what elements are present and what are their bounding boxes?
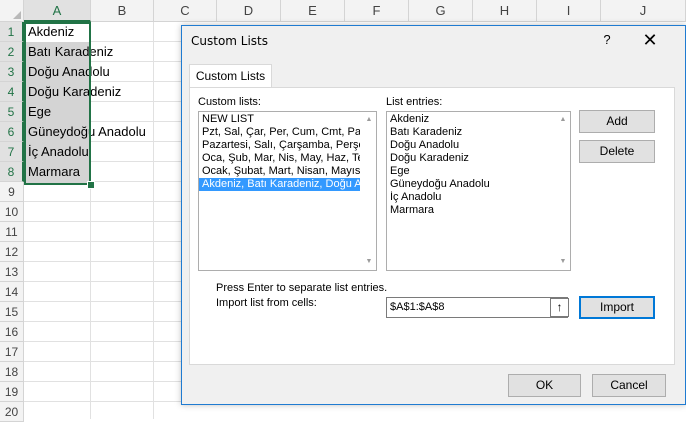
column-header-g[interactable]: G — [409, 0, 473, 22]
select-all-corner[interactable] — [0, 0, 24, 22]
row-header-4[interactable]: 4 — [0, 82, 24, 102]
row-header-8[interactable]: 8 — [0, 162, 24, 182]
scroll-up-icon[interactable]: ▲ — [362, 114, 376, 126]
delete-button[interactable]: Delete — [579, 140, 655, 163]
row-header-1[interactable]: 1 — [0, 22, 24, 42]
row-header-13[interactable]: 13 — [0, 262, 24, 282]
row-header-17[interactable]: 17 — [0, 342, 24, 362]
column-header-d[interactable]: D — [217, 0, 281, 22]
add-button[interactable]: Add — [579, 110, 655, 133]
row-header-19[interactable]: 19 — [0, 382, 24, 402]
vertical-scrollbar[interactable]: ▲ ▼ — [556, 112, 570, 270]
row-header-16[interactable]: 16 — [0, 322, 24, 342]
row-header-14[interactable]: 14 — [0, 282, 24, 302]
row-header-12[interactable]: 12 — [0, 242, 24, 262]
fill-handle[interactable] — [87, 181, 95, 189]
row-header-11[interactable]: 11 — [0, 222, 24, 242]
cancel-button[interactable]: Cancel — [592, 374, 666, 397]
scroll-down-icon[interactable]: ▼ — [362, 256, 376, 268]
column-header-i[interactable]: I — [537, 0, 601, 22]
list-entries-textbox[interactable]: Akdeniz Batı Karadeniz Doğu Anadolu Doğu… — [386, 111, 571, 271]
entry-line: Doğu Anadolu — [390, 139, 460, 151]
entry-line: Batı Karadeniz — [390, 126, 463, 138]
row-header-7[interactable]: 7 — [0, 142, 24, 162]
row-header-20[interactable]: 20 — [0, 402, 24, 422]
column-header-b[interactable]: B — [91, 0, 154, 22]
custom-lists-listbox[interactable]: NEW LIST Pzt, Sal, Çar, Per, Cum, Cmt, P… — [198, 111, 377, 271]
entry-line: İç Anadolu — [390, 191, 442, 203]
entry-line: Güneydoğu Anadolu — [390, 178, 490, 190]
row-header-15[interactable]: 15 — [0, 302, 24, 322]
column-header-a[interactable]: A — [24, 0, 91, 22]
column-header-h[interactable]: H — [473, 0, 537, 22]
row-header-6[interactable]: 6 — [0, 122, 24, 142]
dialog-title: Custom Lists — [191, 34, 269, 48]
import-button[interactable]: Import — [579, 296, 655, 319]
row-header-5[interactable]: 5 — [0, 102, 24, 122]
column-header-j[interactable]: J — [601, 0, 686, 22]
list-item[interactable]: Ocak, Şubat, Mart, Nisan, Mayıs — [199, 165, 360, 178]
collapse-dialog-icon[interactable]: ↑ — [550, 298, 569, 317]
vertical-scrollbar[interactable]: ▲ ▼ — [362, 112, 376, 270]
custom-lists-label: Custom lists: — [198, 96, 261, 108]
list-item-selected[interactable]: Akdeniz, Batı Karadeniz, Doğu Anadolu — [199, 178, 360, 191]
list-item[interactable]: NEW LIST — [199, 113, 360, 126]
entry-line: Marmara — [390, 204, 435, 216]
entry-line: Ege — [390, 165, 410, 177]
row-header-9[interactable]: 9 — [0, 182, 24, 202]
row-header-3[interactable]: 3 — [0, 62, 24, 82]
selection-border — [24, 22, 91, 185]
ok-button[interactable]: OK — [508, 374, 581, 397]
row-header-10[interactable]: 10 — [0, 202, 24, 222]
list-item[interactable]: Pzt, Sal, Çar, Per, Cum, Cmt, Paz — [199, 126, 360, 139]
row-header-2[interactable]: 2 — [0, 42, 24, 62]
list-item[interactable]: Oca, Şub, Mar, Nis, May, Haz, Tem — [199, 152, 360, 165]
scroll-down-icon[interactable]: ▼ — [556, 256, 570, 268]
hint-text: Press Enter to separate list entries. — [216, 282, 388, 294]
column-header-e[interactable]: E — [281, 0, 345, 22]
list-entries-label: List entries: — [386, 96, 443, 108]
list-item[interactable]: Pazartesi, Salı, Çarşamba, Perşembe — [199, 139, 360, 152]
import-range-input[interactable]: $A$1:$A$8 — [386, 297, 568, 318]
row-header-18[interactable]: 18 — [0, 362, 24, 382]
entry-line: Akdeniz — [390, 113, 430, 125]
tab-custom-lists[interactable]: Custom Lists — [189, 64, 272, 88]
close-icon[interactable]: ✕ — [638, 29, 662, 51]
help-button[interactable]: ? — [596, 30, 618, 50]
column-header-f[interactable]: F — [345, 0, 409, 22]
scroll-up-icon[interactable]: ▲ — [556, 114, 570, 126]
tab-panel: Custom lists: List entries: NEW LIST Pzt… — [189, 87, 675, 365]
custom-lists-dialog: Custom Lists ? ✕ Custom Lists Custom lis… — [181, 25, 686, 405]
entry-line: Doğu Karadeniz — [390, 152, 469, 164]
column-header-c[interactable]: C — [154, 0, 217, 22]
import-label: Import list from cells: — [216, 297, 317, 309]
